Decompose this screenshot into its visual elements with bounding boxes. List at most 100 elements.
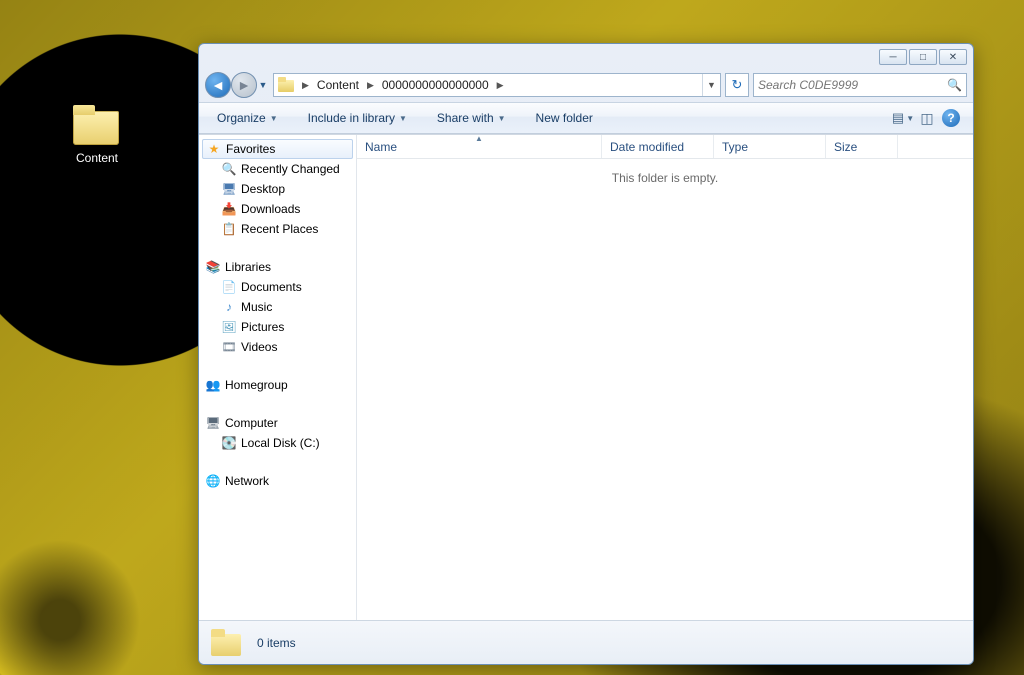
favorites-group[interactable]: ★ Favorites [202, 139, 353, 159]
back-button[interactable]: ◄ [205, 72, 231, 98]
chevron-down-icon: ▼ [399, 114, 407, 123]
refresh-button[interactable]: ↻ [725, 73, 749, 97]
chevron-down-icon: ▼ [906, 114, 914, 123]
close-button[interactable]: ✕ [939, 49, 967, 65]
chevron-down-icon: ▼ [270, 114, 278, 123]
nav-history-dropdown[interactable]: ▼ [257, 80, 269, 90]
breadcrumb-label: Content [317, 78, 359, 92]
sidebar-item-downloads[interactable]: 📥Downloads [199, 199, 356, 219]
search-folder-icon: 🔍 [221, 161, 237, 177]
toolbar-label: Share with [437, 111, 494, 125]
preview-pane-button[interactable]: ◫ [915, 107, 939, 129]
disk-icon: 💽 [221, 435, 237, 451]
empty-folder-message: This folder is empty. [357, 159, 973, 620]
minimize-button[interactable]: ─ [879, 49, 907, 65]
sidebar-item-local-disk-c[interactable]: 💽 Local Disk (C:) [199, 433, 356, 453]
breadcrumb-folder[interactable]: 0000000000000000 [378, 74, 493, 96]
sidebar-item-label: Documents [241, 280, 302, 294]
sidebar-item-recent-places[interactable]: 📋Recent Places [199, 219, 356, 239]
recent-icon: 📋 [221, 221, 237, 237]
sort-asc-icon: ▲ [475, 134, 483, 143]
nav-buttons: ◄ ► ▼ [205, 72, 269, 98]
help-button[interactable]: ? [939, 107, 963, 129]
documents-icon: 📄 [221, 279, 237, 295]
column-label: Name [365, 140, 397, 154]
column-date-modified[interactable]: Date modified [602, 135, 714, 158]
address-bar[interactable]: ▶ Content ▶ 0000000000000000 ▶ ▼ [273, 73, 721, 97]
sidebar-item-pictures[interactable]: 🖼Pictures [199, 317, 356, 337]
sidebar-item-label: Videos [241, 340, 277, 354]
column-type[interactable]: Type [714, 135, 826, 158]
navigation-row: ◄ ► ▼ ▶ Content ▶ 0000000000000000 ▶ ▼ ↻… [199, 68, 973, 102]
breadcrumb-arrow-icon[interactable]: ▶ [298, 80, 313, 91]
star-icon: ★ [206, 141, 222, 157]
breadcrumb-content[interactable]: Content [313, 74, 363, 96]
group-label: Favorites [226, 142, 275, 156]
column-label: Size [834, 140, 857, 154]
sidebar-item-recently-changed[interactable]: 🔍Recently Changed [199, 159, 356, 179]
chevron-down-icon: ▼ [498, 114, 506, 123]
pane-icon: ◫ [920, 110, 933, 127]
refresh-icon: ↻ [732, 77, 743, 93]
homegroup-icon: 👥 [205, 377, 221, 393]
sidebar-item-desktop[interactable]: 🖥 Desktop [199, 179, 356, 199]
toolbar-label: Organize [217, 111, 266, 125]
status-folder-icon [209, 628, 245, 658]
column-size[interactable]: Size [826, 135, 898, 158]
minimize-icon: ─ [889, 52, 896, 63]
sidebar-item-music[interactable]: ♪ Music [199, 297, 356, 317]
libraries-icon: 📚 [205, 259, 221, 275]
share-with-menu[interactable]: Share with ▼ [429, 107, 514, 129]
column-label: Date modified [610, 140, 684, 154]
column-spacer [898, 135, 973, 158]
computer-icon: 🖥 [205, 415, 221, 431]
navigation-pane: ★ Favorites 🔍Recently Changed 🖥 Desktop 📥D… [199, 135, 357, 620]
desktop-icon-label: Content [76, 151, 118, 165]
new-folder-button[interactable]: New folder [528, 107, 601, 129]
breadcrumb-arrow-icon[interactable]: ▶ [363, 80, 378, 91]
group-label: Computer [225, 416, 278, 430]
videos-icon: 🎞 [221, 339, 237, 355]
sidebar-item-label: Local Disk (C:) [241, 436, 320, 450]
desktop-background: Content ─ □ ✕ ◄ ► ▼ ▶ Content ▶ 00000000… [0, 0, 1024, 675]
forward-button[interactable]: ► [231, 72, 257, 98]
sidebar-item-videos[interactable]: 🎞 Videos [199, 337, 356, 357]
network-icon: 🌐 [205, 473, 221, 489]
folder-icon [71, 105, 123, 147]
computer-group[interactable]: 🖥 Computer [199, 413, 356, 433]
column-headers: ▲ Name Date modified Type Size [357, 135, 973, 159]
sidebar-item-label: Desktop [241, 182, 285, 196]
organize-menu[interactable]: Organize ▼ [209, 107, 286, 129]
address-folder-icon [278, 77, 296, 93]
back-arrow-icon: ◄ [211, 77, 225, 93]
include-in-library-menu[interactable]: Include in library ▼ [300, 107, 415, 129]
search-input[interactable] [758, 78, 947, 92]
homegroup-group[interactable]: 👥Homegroup [199, 375, 356, 395]
view-options-button[interactable]: ▤▼ [891, 107, 915, 129]
address-dropdown[interactable]: ▼ [702, 74, 720, 96]
sidebar-item-label: Pictures [241, 320, 284, 334]
help-icon: ? [942, 109, 960, 127]
explorer-body: ★ Favorites 🔍Recently Changed 🖥 Desktop 📥D… [199, 134, 973, 620]
maximize-button[interactable]: □ [909, 49, 937, 65]
search-icon[interactable]: 🔍 [947, 78, 962, 92]
toolbar-label: Include in library [308, 111, 395, 125]
network-group[interactable]: 🌐Network [199, 471, 356, 491]
search-box[interactable]: 🔍 [753, 73, 967, 97]
status-bar: 0 items [199, 620, 973, 664]
sidebar-item-documents[interactable]: 📄 Documents [199, 277, 356, 297]
breadcrumb-label: 0000000000000000 [382, 78, 489, 92]
forward-arrow-icon: ► [237, 77, 251, 93]
libraries-group[interactable]: 📚Libraries [199, 257, 356, 277]
breadcrumb-arrow-icon[interactable]: ▶ [493, 80, 508, 91]
toolbar-label: New folder [536, 111, 593, 125]
desktop-icon: 🖥 [221, 181, 237, 197]
sidebar-item-label: Music [241, 300, 272, 314]
content-pane: ▲ Name Date modified Type Size This folde… [357, 135, 973, 620]
desktop-folder-content[interactable]: Content [58, 105, 136, 165]
view-icon: ▤ [892, 110, 904, 126]
column-name[interactable]: ▲ Name [357, 135, 602, 158]
sidebar-item-label: Downloads [241, 202, 300, 216]
music-icon: ♪ [221, 299, 237, 315]
toolbar: Organize ▼ Include in library ▼ Share with… [199, 102, 973, 134]
